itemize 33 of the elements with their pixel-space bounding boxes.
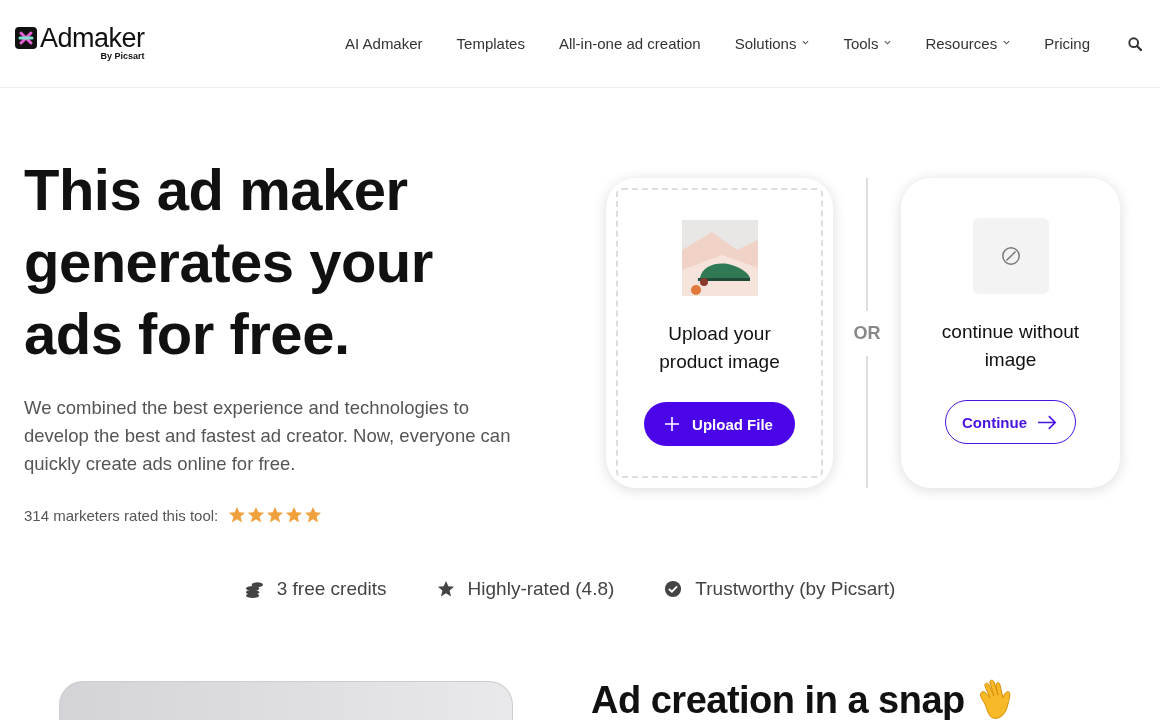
no-image-icon — [1000, 246, 1021, 266]
star-icon — [247, 506, 266, 524]
logo-wordmark[interactable]: Admaker — [40, 26, 145, 50]
upload-file-button[interactable]: Upload File — [644, 402, 795, 446]
star-icon — [228, 506, 247, 524]
feature-label: Highly-rated (4.8) — [467, 578, 615, 600]
star-icon — [266, 506, 285, 524]
nav-link[interactable]: Solutions — [734, 35, 810, 52]
nav-link[interactable]: AI Admaker — [345, 35, 423, 52]
card-title: Upload your product image — [658, 322, 781, 374]
nav-link[interactable]: Resources — [925, 35, 1011, 52]
or-label: OR — [853, 321, 881, 345]
star-icon — [285, 506, 304, 524]
card-title: continue without image — [940, 320, 1081, 372]
star-icon — [304, 506, 323, 524]
nav-link[interactable]: Tools — [843, 35, 892, 52]
feature-label: 3 free credits — [276, 578, 387, 600]
continue-button[interactable]: Continue — [945, 400, 1076, 444]
rating-label: 314 marketers rated this tool: — [24, 506, 219, 524]
nav-link[interactable]: All-in-one ad creation — [558, 35, 701, 52]
plus-icon — [664, 416, 681, 432]
star-icon — [436, 580, 455, 598]
feature-label: Trustworthy (by Picsart) — [695, 578, 896, 600]
hero-description: We combined the best experience and technologies to develop the best and fastest ad creator. Now, everyone can quickly create ads online for free. — [24, 396, 512, 476]
nav-link[interactable]: Pricing — [1044, 35, 1090, 52]
hero-heading: This ad maker generates your ads for free. — [24, 156, 434, 368]
logo-byline: By Picsart — [100, 51, 145, 61]
arrow-right-icon — [1037, 414, 1057, 430]
logo-icon[interactable] — [15, 27, 37, 49]
nav-link[interactable]: Templates — [456, 35, 525, 52]
coins-icon — [244, 580, 264, 598]
check-circle-icon — [664, 580, 683, 598]
search-icon[interactable] — [1128, 36, 1142, 51]
